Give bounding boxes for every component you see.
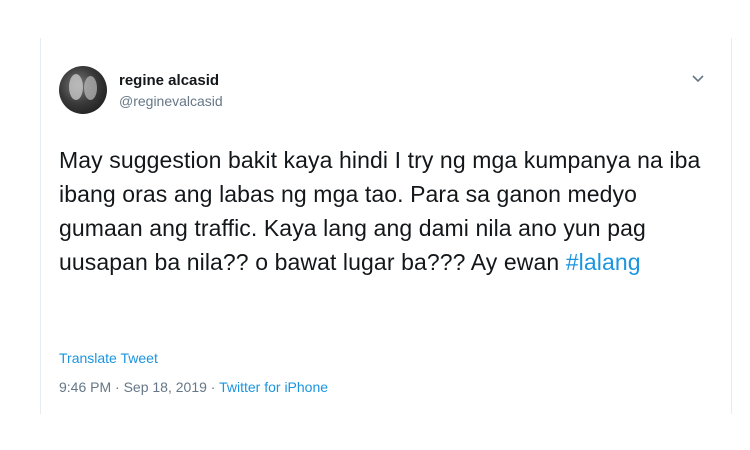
tweet-text: May suggestion bakit kaya hindi I try ng… (59, 143, 724, 279)
meta-separator: · (111, 379, 124, 395)
avatar-face-right (84, 76, 97, 100)
hashtag-link[interactable]: #lalang (566, 249, 641, 275)
username[interactable]: @reginevalcasid (119, 93, 223, 109)
meta-separator: · (206, 379, 220, 395)
tweet-source-link[interactable]: Twitter for iPhone (219, 379, 328, 395)
tweet-time[interactable]: 9:46 PM (59, 379, 111, 395)
avatar-face-left (69, 74, 83, 100)
display-name[interactable]: regine alcasid (119, 72, 219, 89)
translate-tweet-link[interactable]: Translate Tweet (59, 350, 158, 366)
chevron-down-icon[interactable] (690, 72, 706, 84)
avatar[interactable] (59, 66, 107, 114)
tweet-meta: 9:46 PM · Sep 18, 2019 · Twitter for iPh… (59, 379, 328, 395)
tweet-card: regine alcasid @reginevalcasid May sugge… (0, 38, 750, 414)
card-border-right (731, 38, 732, 414)
card-border-left (40, 38, 41, 414)
tweet-date[interactable]: Sep 18, 2019 (124, 379, 207, 395)
